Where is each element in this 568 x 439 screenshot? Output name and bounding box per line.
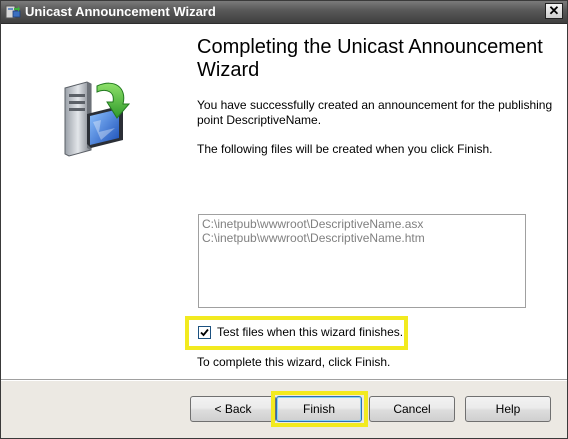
help-button[interactable]: Help — [465, 396, 551, 422]
wizard-window: Unicast Announcement Wizard ✕ Completing… — [0, 0, 568, 439]
wizard-app-icon — [5, 4, 21, 20]
test-files-option[interactable]: Test files when this wizard finishes. — [198, 324, 403, 340]
close-icon: ✕ — [548, 3, 560, 18]
success-message: You have successfully created an announc… — [197, 98, 553, 127]
title-bar[interactable]: Unicast Announcement Wizard ✕ — [1, 1, 567, 24]
close-button[interactable]: ✕ — [545, 3, 563, 19]
complete-hint-text: To complete this wizard, click Finish. — [197, 355, 391, 369]
wizard-content-panel: Completing the Unicast Announcement Wiza… — [185, 24, 567, 379]
checkmark-icon — [200, 328, 209, 336]
window-title: Unicast Announcement Wizard — [25, 4, 216, 19]
server-publish-icon — [57, 76, 137, 166]
files-listbox[interactable]: C:\inetpub\wwwroot\DescriptiveName.asx C… — [198, 214, 526, 308]
list-item: C:\inetpub\wwwroot\DescriptiveName.asx — [202, 217, 424, 231]
wizard-banner-panel — [1, 24, 189, 379]
test-files-label[interactable]: Test files when this wizard finishes. — [217, 325, 403, 339]
back-button[interactable]: < Back — [190, 396, 276, 422]
test-files-checkbox[interactable] — [198, 325, 211, 339]
list-item: C:\inetpub\wwwroot\DescriptiveName.htm — [202, 231, 425, 245]
footer-divider — [1, 379, 567, 381]
page-title: Completing the Unicast Announcement Wiza… — [197, 36, 543, 81]
finish-button[interactable]: Finish — [276, 396, 362, 422]
cancel-button[interactable]: Cancel — [369, 396, 455, 422]
files-intro-text: The following files will be created when… — [197, 142, 493, 156]
